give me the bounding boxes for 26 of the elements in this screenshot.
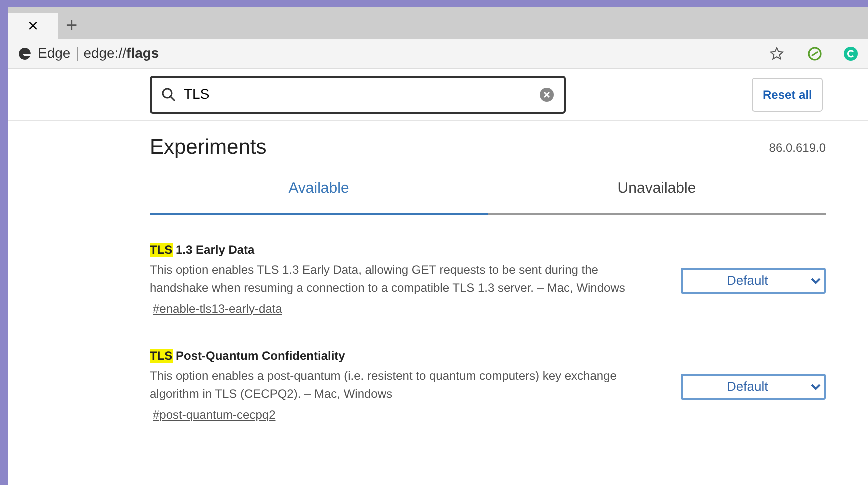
edge-logo-icon (18, 46, 32, 60)
flag-description: This option enables a post-quantum (i.e. resistent to quantum computers) key exchange algorithm in TLS (CECPQ2). – Mac, Windows (150, 368, 618, 403)
reset-all-button[interactable]: Reset all (752, 78, 824, 112)
extension-icon[interactable] (844, 46, 858, 60)
address-bar[interactable]: Edge edge://flags (8, 39, 868, 69)
star-icon[interactable] (770, 46, 784, 60)
page-title: Experiments (150, 135, 267, 160)
flag-dropdown[interactable]: Default (681, 268, 826, 294)
tab[interactable]: Unavailable (488, 168, 826, 215)
flag-title: TLS 1.3 Early Data (150, 242, 256, 259)
flag-link[interactable]: #post-quantum-cecpq2 (153, 408, 276, 422)
flag-dropdown[interactable]: Default (681, 374, 826, 400)
clear-icon[interactable] (540, 88, 554, 102)
flag-description: This option enables TLS 1.3 Early Data, allowing GET requests to be sent during the handshake when resuming a connection to a compatible TLS 1.3 server. – Mac, Windows (150, 262, 626, 297)
search-icon (162, 88, 176, 102)
tab-close-button[interactable]: × (8, 13, 58, 39)
search-field[interactable]: TLS (184, 84, 532, 105)
url-text: edge://flags (84, 44, 160, 63)
new-tab-button[interactable]: + (58, 13, 86, 39)
site-label: Edge (38, 44, 71, 63)
version-text: 86.0.619.0 (769, 140, 826, 157)
tab[interactable]: Available (150, 168, 488, 215)
flag-title: TLS Post-Quantum Confidentiality (150, 348, 346, 365)
search-box[interactable]: TLS (150, 76, 566, 114)
flag-link[interactable]: #enable-tls13-early-data (153, 302, 282, 316)
extension-icon[interactable] (808, 46, 822, 60)
